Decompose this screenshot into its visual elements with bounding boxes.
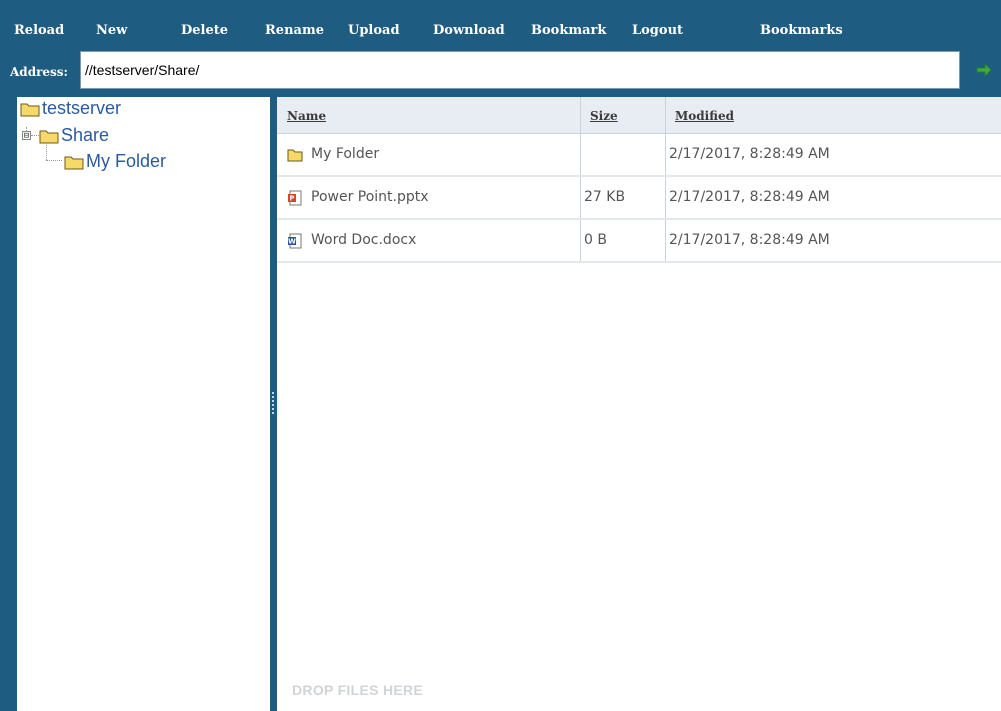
file-row[interactable]: My Folder 2/17/2017, 8:28:49 AM: [277, 134, 1001, 177]
bookmarks-menu[interactable]: Bookmarks: [760, 23, 843, 38]
delete-button[interactable]: Delete: [181, 23, 228, 38]
word-file-icon: W: [288, 233, 302, 248]
column-header-modified[interactable]: Modified: [675, 97, 734, 133]
new-button[interactable]: New: [96, 23, 127, 38]
file-modified: 2/17/2017, 8:28:49 AM: [669, 189, 830, 205]
address-input[interactable]: //testserver/Share/: [80, 51, 960, 89]
upload-button[interactable]: Upload: [348, 23, 400, 38]
file-row[interactable]: P Power Point.pptx 27 KB 2/17/2017, 8:28…: [277, 177, 1001, 220]
green-arrow-icon[interactable]: [976, 63, 992, 77]
file-name-cell: W Word Doc.docx: [287, 220, 416, 261]
collapse-icon[interactable]: ⊟: [22, 131, 31, 141]
file-modified: 2/17/2017, 8:28:49 AM: [669, 232, 830, 248]
tree-node-share[interactable]: Share: [39, 125, 109, 146]
file-size: 27 KB: [584, 189, 626, 205]
tree-node-testserver[interactable]: testserver: [20, 98, 121, 119]
file-modified: 2/17/2017, 8:28:49 AM: [669, 146, 830, 162]
file-name-cell: My Folder: [287, 134, 379, 175]
splitter-grip-icon[interactable]: [272, 392, 276, 414]
file-size: 0 B: [584, 232, 607, 248]
column-header-size[interactable]: Size: [590, 97, 618, 133]
toolbar: Reload New Delete Rename Upload Download…: [0, 0, 1001, 46]
bookmark-button[interactable]: Bookmark: [531, 23, 606, 38]
tree-node-label: Share: [61, 125, 110, 145]
file-name-cell: P Power Point.pptx: [287, 177, 429, 218]
svg-text:P: P: [289, 194, 294, 202]
tree-node-label: testserver: [42, 98, 122, 118]
tree-node-my-folder[interactable]: My Folder: [64, 151, 166, 172]
folder-icon: [64, 156, 84, 169]
logout-button[interactable]: Logout: [632, 23, 683, 38]
download-button[interactable]: Download: [433, 23, 505, 38]
file-name: My Folder: [311, 146, 380, 162]
drop-zone-label[interactable]: DROP FILES HERE: [292, 682, 423, 698]
folder-tree: testserver ⊟ Share My Folder: [17, 97, 270, 711]
folder-icon: [287, 149, 303, 161]
svg-text:W: W: [288, 237, 296, 245]
column-header-name[interactable]: Name: [287, 97, 326, 133]
file-name: Power Point.pptx: [311, 189, 429, 205]
tree-node-label: My Folder: [86, 151, 167, 171]
folder-icon: [39, 130, 59, 143]
file-list-header: Name Size Modified: [277, 97, 1001, 134]
address-label: Address:: [10, 65, 68, 79]
reload-button[interactable]: Reload: [14, 23, 64, 38]
powerpoint-file-icon: P: [288, 190, 302, 205]
folder-icon: [20, 103, 40, 116]
file-name: Word Doc.docx: [311, 232, 417, 248]
file-list: Name Size Modified My Folder 2/17/2017, …: [277, 97, 1001, 711]
file-row[interactable]: W Word Doc.docx 0 B 2/17/2017, 8:28:49 A…: [277, 220, 1001, 263]
rename-button[interactable]: Rename: [265, 23, 324, 38]
